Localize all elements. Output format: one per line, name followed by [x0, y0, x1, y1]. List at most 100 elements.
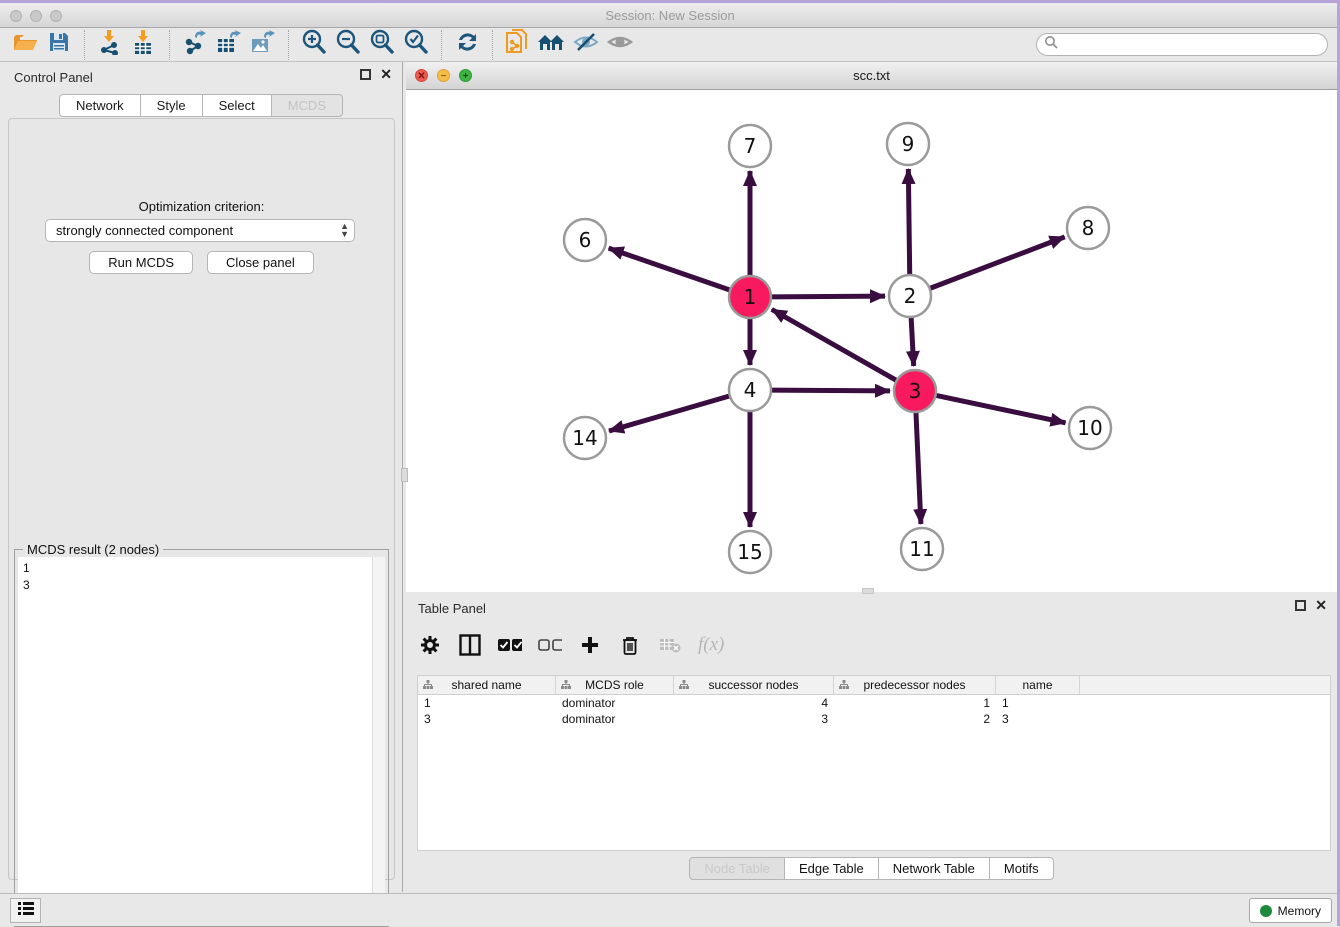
search-input[interactable] [1062, 38, 1327, 52]
zoom-selected-button[interactable] [399, 30, 433, 60]
node-1[interactable]: 1 [729, 276, 771, 318]
show-all-button[interactable] [603, 30, 637, 60]
criterion-value: strongly connected component [56, 223, 233, 238]
search-box[interactable] [1036, 33, 1328, 56]
node-3[interactable]: 3 [894, 370, 936, 412]
zoom-out-button[interactable] [331, 30, 365, 60]
network-canvas[interactable]: 7 9 6 8 1 2 4 3 14 10 15 11 [406, 90, 1337, 592]
table-cell[interactable]: dominator [556, 695, 674, 711]
open-session-button[interactable] [8, 30, 42, 60]
table-cell[interactable]: 2 [834, 711, 996, 727]
table-cell[interactable]: 1 [418, 695, 556, 711]
zoom-in-icon [301, 29, 327, 60]
node-4[interactable]: 4 [729, 369, 771, 411]
zoom-in-button[interactable] [297, 30, 331, 60]
table-row[interactable]: 1dominator411 [418, 695, 1330, 711]
optimization-criterion-select[interactable]: strongly connected component ▲▼ [45, 219, 355, 242]
delete-columns-trash-icon[interactable] [618, 633, 642, 657]
export-image-button[interactable] [246, 30, 280, 60]
tab-node-table[interactable]: Node Table [689, 857, 784, 880]
column-header-shared-name[interactable]: shared name [418, 676, 556, 694]
edge-3-11[interactable] [916, 412, 921, 524]
edge-3-10[interactable] [936, 395, 1066, 422]
result-item[interactable]: 3 [23, 577, 372, 594]
node-9[interactable]: 9 [887, 123, 929, 165]
table-cell[interactable]: 3 [674, 711, 834, 727]
column-header-predecessor-nodes[interactable]: predecessor nodes [834, 676, 996, 694]
export-network-icon [182, 29, 208, 60]
result-item[interactable]: 1 [23, 560, 372, 577]
table-cell[interactable]: dominator [556, 711, 674, 727]
table-cell[interactable]: 3 [418, 711, 556, 727]
close-panel-icon[interactable]: ✕ [380, 69, 392, 80]
float-panel-icon[interactable] [360, 69, 371, 80]
memory-button[interactable]: Memory [1249, 898, 1332, 923]
select-all-columns-icon[interactable] [498, 633, 522, 657]
node-10[interactable]: 10 [1069, 407, 1111, 449]
mcds-panel-body: Optimization criterion: strongly connect… [8, 118, 395, 880]
edge-1-2[interactable] [771, 296, 885, 297]
task-history-button[interactable] [10, 898, 41, 923]
table-row[interactable]: 3dominator323 [418, 711, 1330, 727]
save-floppy-icon [48, 31, 70, 58]
edge-4-14[interactable] [609, 396, 730, 431]
deselect-all-columns-icon[interactable] [538, 633, 562, 657]
run-mcds-button[interactable]: Run MCDS [89, 251, 193, 274]
import-table-button[interactable] [127, 30, 161, 60]
tab-network-table[interactable]: Network Table [878, 857, 989, 880]
column-header-name[interactable]: name [996, 676, 1080, 694]
tab-motifs[interactable]: Motifs [989, 857, 1054, 880]
node-2[interactable]: 2 [889, 275, 931, 317]
edge-4-3[interactable] [771, 390, 890, 391]
edge-2-3[interactable] [911, 317, 914, 366]
table-cell[interactable]: 1 [996, 695, 1080, 711]
node-table[interactable]: shared name MCDS role successor nodesprede… [417, 675, 1331, 851]
network-view-title: scc.txt [406, 68, 1337, 83]
tab-network[interactable]: Network [59, 94, 140, 117]
close-panel-icon[interactable]: ✕ [1315, 600, 1327, 611]
table-cell[interactable]: 3 [996, 711, 1080, 727]
save-session-button[interactable] [42, 30, 76, 60]
table-options-gear-icon[interactable] [418, 633, 442, 657]
column-header-label: MCDS role [585, 678, 644, 692]
node-15[interactable]: 15 [729, 531, 771, 573]
edge-3-1[interactable] [772, 309, 897, 380]
splitter-handle[interactable] [862, 588, 874, 594]
node-7[interactable]: 7 [729, 125, 771, 167]
import-network-button[interactable] [93, 30, 127, 60]
result-scrollbar[interactable] [372, 557, 385, 923]
tab-edge-table[interactable]: Edge Table [784, 857, 878, 880]
table-cell[interactable]: 4 [674, 695, 834, 711]
table-cell[interactable]: 1 [834, 695, 996, 711]
houses-icon [536, 30, 568, 59]
node-14[interactable]: 14 [564, 417, 606, 459]
tab-select[interactable]: Select [202, 94, 271, 117]
column-header-MCDS-role[interactable]: MCDS role [556, 676, 674, 694]
create-new-column-icon[interactable] [578, 633, 602, 657]
node-11[interactable]: 11 [901, 528, 943, 570]
network-view-titlebar[interactable]: ✕ − + scc.txt [406, 62, 1337, 90]
float-panel-icon[interactable] [1295, 600, 1306, 611]
edge-2-9[interactable] [908, 169, 909, 275]
tab-mcds[interactable]: MCDS [271, 94, 343, 117]
edge-1-6[interactable] [609, 248, 731, 290]
node-6[interactable]: 6 [564, 219, 606, 261]
hide-selected-button[interactable] [569, 30, 603, 60]
tab-style[interactable]: Style [140, 94, 202, 117]
first-neighbors-button[interactable] [535, 30, 569, 60]
zoom-fit-button[interactable] [365, 30, 399, 60]
node-8[interactable]: 8 [1067, 207, 1109, 249]
apply-layout-button[interactable] [450, 30, 484, 60]
close-panel-button[interactable]: Close panel [207, 251, 314, 274]
create-network-from-selection-button[interactable] [501, 30, 535, 60]
splitter-handle[interactable] [401, 468, 408, 482]
show-column-icon[interactable] [458, 633, 482, 657]
list-icon [18, 901, 34, 920]
mcds-result-list[interactable]: 13 [18, 557, 372, 923]
export-table-button[interactable] [212, 30, 246, 60]
node-label: 4 [744, 378, 757, 402]
export-network-button[interactable] [178, 30, 212, 60]
eye-slash-icon [572, 30, 600, 59]
column-header-successor-nodes[interactable]: successor nodes [674, 676, 834, 694]
edge-2-8[interactable] [930, 237, 1065, 289]
